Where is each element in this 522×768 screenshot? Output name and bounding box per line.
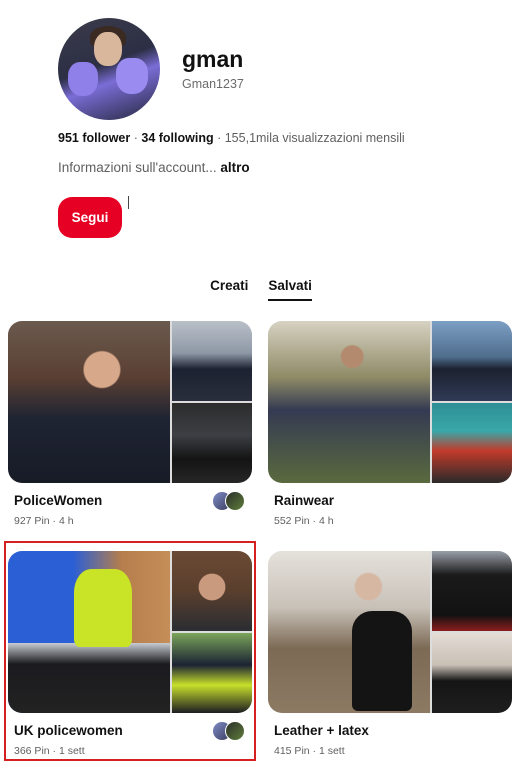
profile-avatar[interactable]: [58, 18, 160, 120]
stats-separator: ·: [217, 131, 225, 145]
collaborator-avatars: [212, 721, 252, 741]
hi-vis-figure: [74, 569, 132, 647]
board-meta: 927 Pin · 4 h: [14, 515, 74, 527]
about-summary: Informazioni sull'account...: [58, 160, 217, 175]
board-card[interactable]: UK policewomen 366 Pin · 1 sett: [8, 551, 252, 757]
board-thumb-image: [432, 403, 512, 483]
board-thumb-image: [432, 633, 512, 713]
board-meta: 552 Pin · 4 h: [274, 515, 334, 527]
board-cover-image: [8, 551, 170, 713]
collaborator-avatars: [212, 491, 252, 511]
board-title: UK policewomen: [14, 723, 123, 738]
board-collage: [268, 321, 512, 483]
board-cover-image: [268, 321, 430, 483]
about-more-link[interactable]: altro: [220, 160, 249, 175]
profile-tabs: Creati Salvati: [0, 278, 522, 301]
board-cover-image: [268, 551, 430, 713]
collaborator-avatar: [225, 491, 245, 511]
about-text: Informazioni sull'account... altro: [58, 160, 250, 175]
board-thumb-image: [172, 403, 252, 483]
board-collage: [8, 321, 252, 483]
board-title: PoliceWomen: [14, 493, 103, 508]
tab-saved[interactable]: Salvati: [268, 278, 312, 301]
tab-created[interactable]: Creati: [210, 278, 248, 301]
board-thumb-image: [172, 633, 252, 713]
board-card[interactable]: Rainwear 552 Pin · 4 h: [268, 321, 512, 527]
board-title: Leather + latex: [274, 723, 369, 738]
board-thumb-image: [172, 551, 252, 631]
monthly-views: 155,1mila visualizzazioni mensili: [224, 131, 405, 145]
board-card[interactable]: Leather + latex 415 Pin · 1 sett: [268, 551, 512, 757]
avatar-glove: [68, 62, 98, 96]
following-count[interactable]: 34 following: [141, 131, 213, 145]
board-thumb-image: [172, 321, 252, 401]
profile-name: gman: [182, 46, 244, 72]
board-collage: [268, 551, 512, 713]
followers-count[interactable]: 951 follower: [58, 131, 130, 145]
profile-handle: Gman1237: [182, 77, 244, 91]
board-thumb-image: [432, 321, 512, 401]
board-meta: 415 Pin · 1 sett: [274, 745, 345, 757]
board-meta: 366 Pin · 1 sett: [14, 745, 85, 757]
profile-stats: 951 follower · 34 following · 155,1mila …: [58, 131, 405, 145]
board-collage: [8, 551, 252, 713]
board-title: Rainwear: [274, 493, 335, 508]
collaborator-avatar: [225, 721, 245, 741]
avatar-face: [94, 32, 122, 66]
follow-button[interactable]: Segui: [58, 197, 122, 238]
board-cover-image: [8, 321, 170, 483]
board-card[interactable]: PoliceWomen 927 Pin · 4 h: [8, 321, 252, 527]
text-cursor: [128, 196, 129, 209]
board-thumb-image: [432, 551, 512, 631]
figure-silhouette: [352, 611, 412, 711]
avatar-glove: [116, 58, 148, 94]
